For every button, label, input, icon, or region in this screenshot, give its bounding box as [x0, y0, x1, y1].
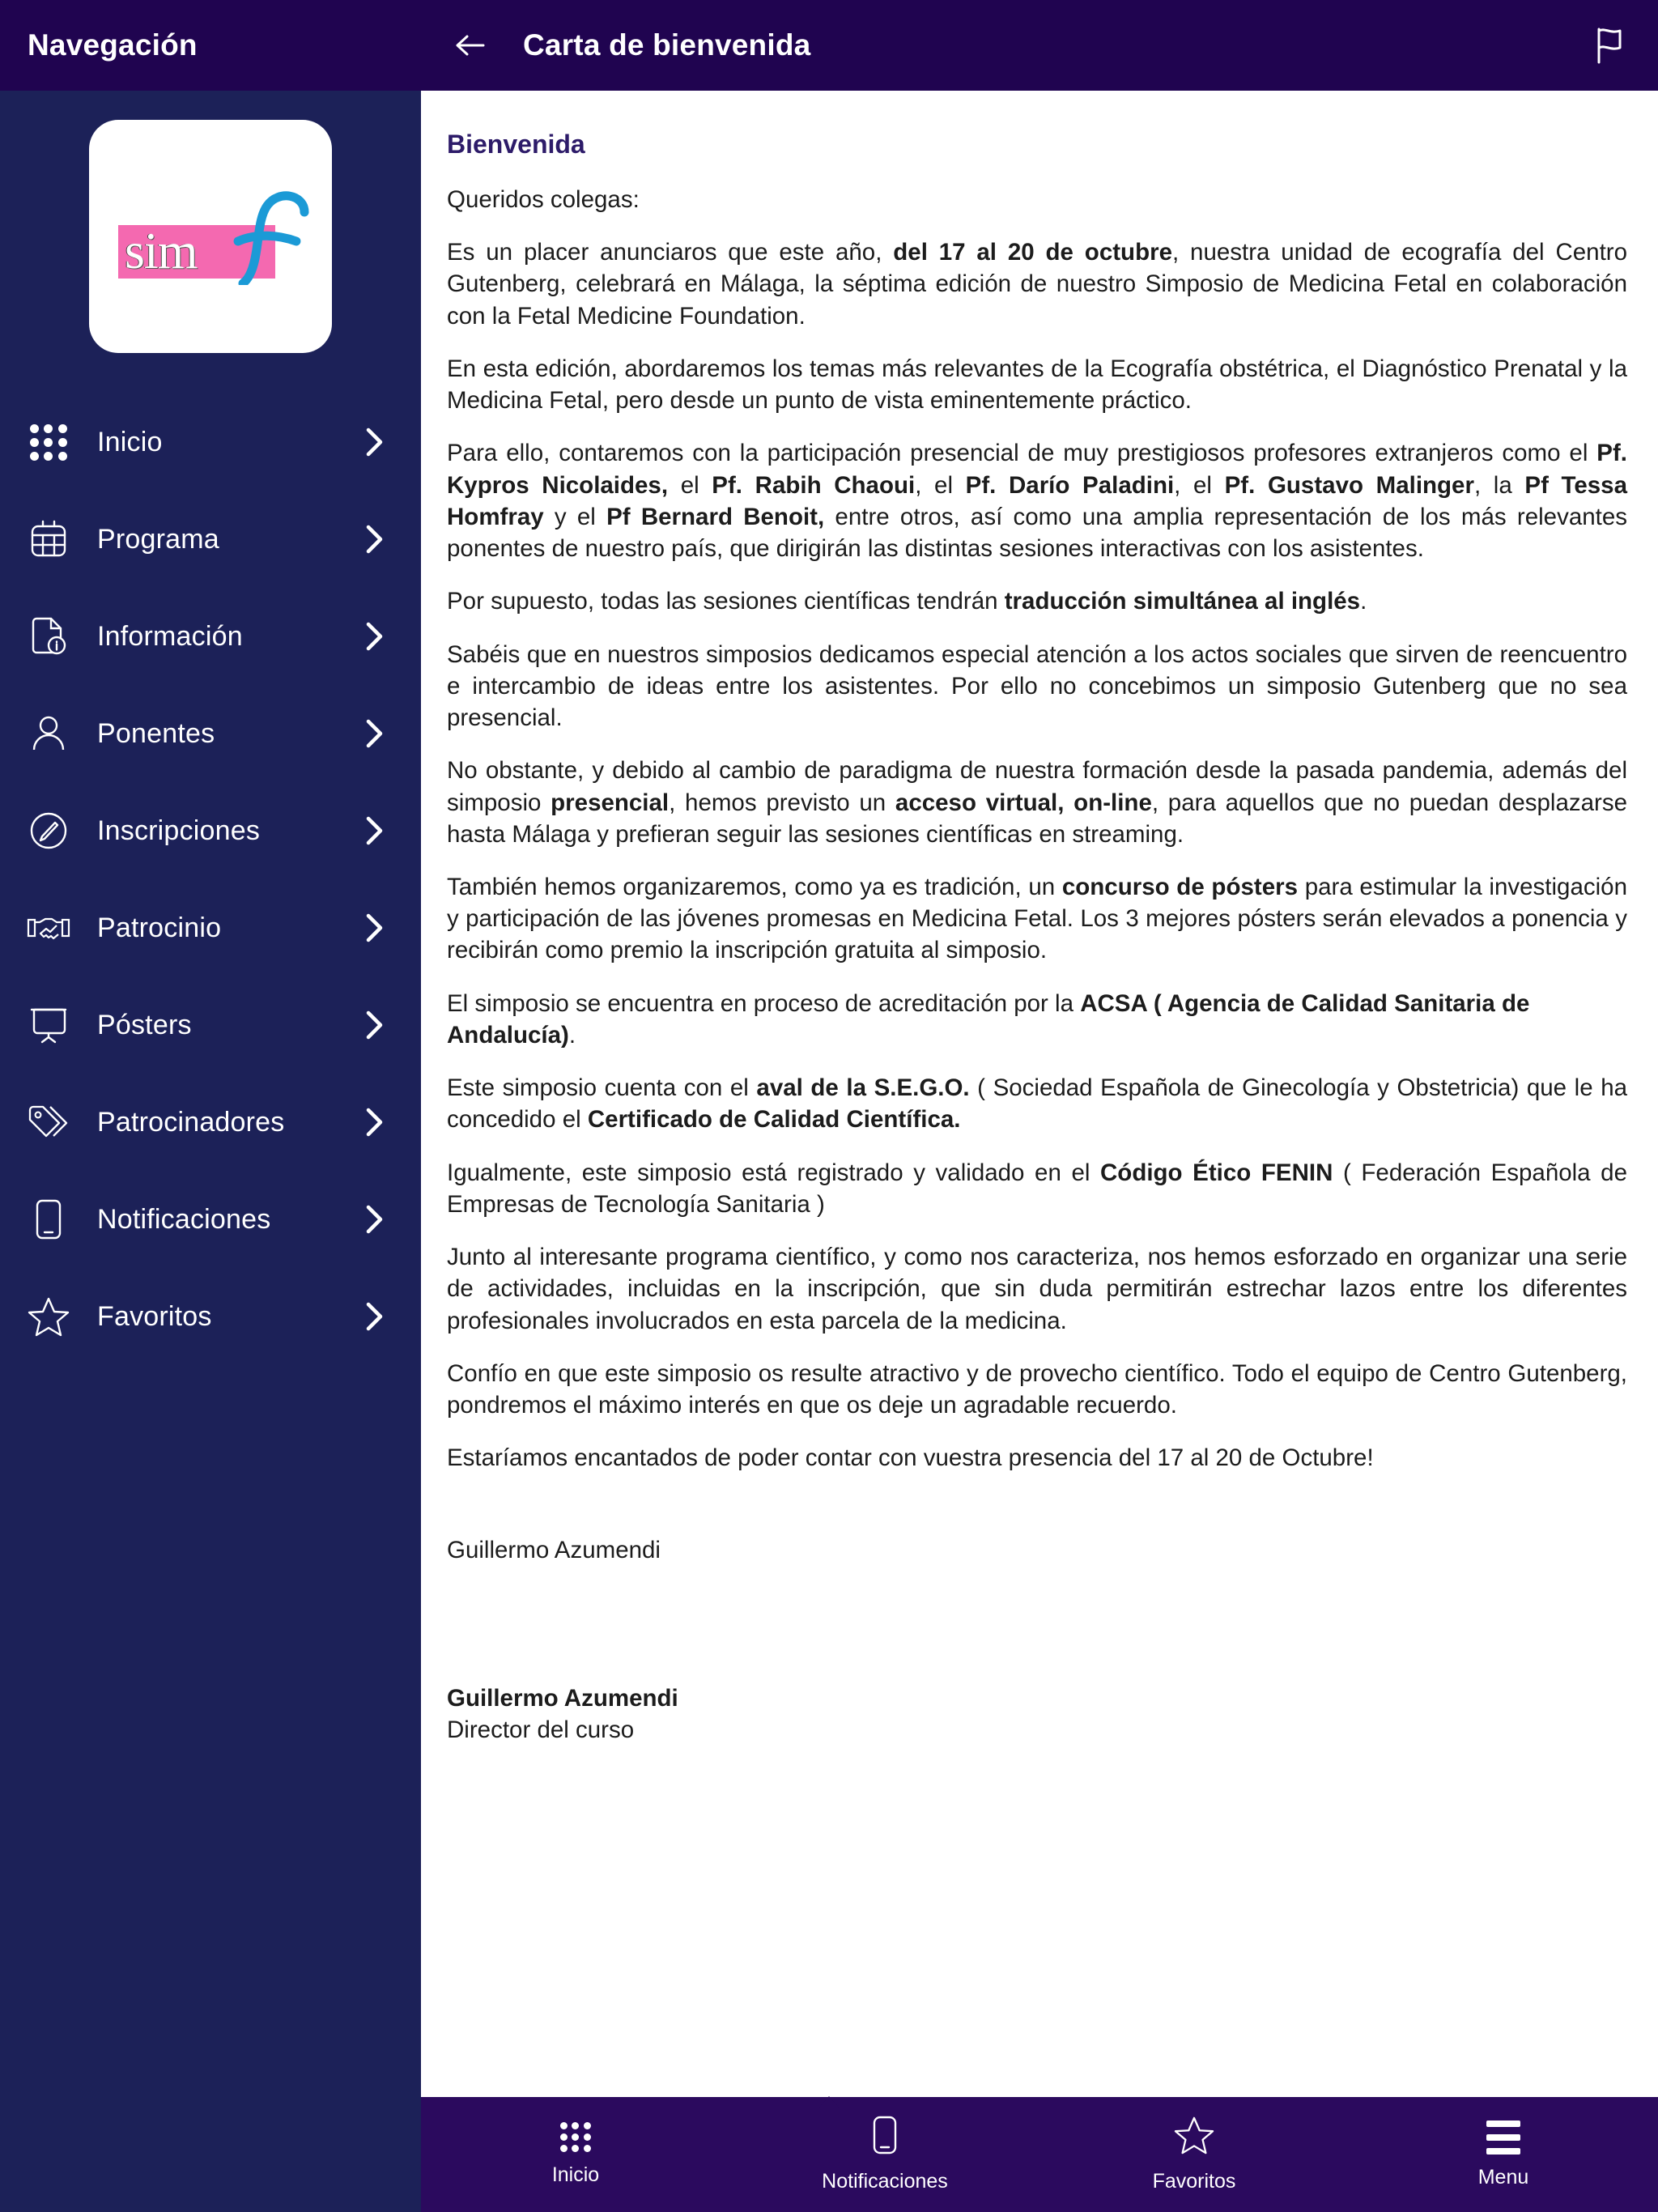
sidebar-item-notificaciones[interactable]: Notificaciones — [0, 1171, 421, 1268]
chevron-right-icon — [363, 622, 387, 651]
star-icon — [1174, 2116, 1214, 2159]
document-paragraphs: Queridos colegas: Es un placer anunciaros… — [447, 184, 1627, 1474]
top-app-bar: Carta de bienvenida — [421, 0, 1658, 91]
document-paragraph: Es un placer anunciaros que este año, de… — [447, 239, 1627, 330]
grid-dots-icon — [23, 423, 74, 461]
document-info-icon — [23, 616, 74, 657]
signature-gap — [447, 1495, 1627, 1534]
flag-icon — [1597, 28, 1622, 64]
bottom-nav-notificaciones[interactable]: Notificaciones — [730, 2097, 1039, 2212]
sidebar-item-ponentes[interactable]: Ponentes — [0, 685, 421, 782]
chevron-right-icon — [363, 1205, 387, 1234]
sidebar-item-inicio[interactable]: Inicio — [0, 393, 421, 491]
handshake-icon — [23, 910, 74, 946]
sidebar-item-label: Inicio — [97, 426, 163, 457]
document-paragraph: Por supuesto, todas las sesiones científ… — [447, 588, 1367, 615]
document-paragraph: Igualmente, este simposio está registrad… — [447, 1159, 1627, 1218]
bottom-nav-label: Notificaciones — [822, 2170, 948, 2193]
app-logo: sim — [89, 120, 332, 353]
sidebar-item-label: Notificaciones — [97, 1203, 271, 1235]
sidebar-item-label: Pósters — [97, 1009, 192, 1040]
logo-container: sim — [0, 91, 421, 353]
bottom-navigation: Inicio Notificaciones Favoritos Menu — [421, 2096, 1658, 2212]
chevron-right-icon — [363, 1302, 387, 1331]
sidebar-header: Navegación — [0, 0, 421, 91]
document-content: Bienvenida Queridos colegas: Es un placer… — [421, 91, 1658, 2212]
chevron-right-icon — [363, 525, 387, 554]
pencil-circle-icon — [23, 810, 74, 851]
person-icon — [23, 713, 74, 754]
sidebar-item-programa[interactable]: Programa — [0, 491, 421, 588]
tags-icon — [23, 1103, 74, 1142]
bottom-nav-favoritos[interactable]: Favoritos — [1039, 2097, 1349, 2212]
sidebar-item-label: Ponentes — [97, 717, 215, 749]
bottom-nav-notch — [818, 2096, 840, 2109]
document-paragraph: No obstante, y debido al cambio de parad… — [447, 757, 1627, 848]
sidebar-item-label: Información — [97, 620, 243, 652]
document-paragraph: El simposio se encuentra en proceso de a… — [447, 989, 1530, 1049]
sidebar-item-label: Programa — [97, 523, 219, 555]
bottom-nav-inicio[interactable]: Inicio — [421, 2097, 730, 2212]
signature-spacer — [447, 1587, 1627, 1682]
bottom-nav-label: Favoritos — [1152, 2170, 1236, 2193]
phone-icon — [872, 2116, 898, 2159]
document-paragraph: Junto al interesante programa científico… — [447, 1244, 1627, 1334]
sidebar-nav: Inicio Programa Información Ponentes Ins… — [0, 393, 421, 1365]
signature-name: Guillermo Azumendi — [447, 1684, 678, 1712]
arrow-left-icon — [456, 35, 485, 56]
chevron-right-icon — [363, 816, 387, 845]
logo-text: sim — [125, 222, 198, 279]
page-title: Carta de bienvenida — [523, 28, 811, 62]
logo-f-swoosh-icon — [233, 191, 309, 285]
hamburger-icon — [1486, 2120, 1520, 2155]
sidebar-title: Navegación — [28, 28, 198, 62]
sidebar-item-informacion[interactable]: Información — [0, 588, 421, 685]
document-paragraph: Para ello, contaremos con la participaci… — [447, 440, 1627, 563]
sidebar-item-posters[interactable]: Pósters — [0, 976, 421, 1074]
presentation-board-icon — [23, 1005, 74, 1045]
sidebar-item-label: Patrocinadores — [97, 1106, 285, 1138]
sidebar-item-label: Inscripciones — [97, 815, 261, 846]
document-paragraph: Confío en que este simposio os resulte a… — [447, 1359, 1627, 1419]
grid-dots-icon — [560, 2122, 591, 2152]
bottom-nav-label: Inicio — [551, 2163, 600, 2186]
sidebar-item-label: Patrocinio — [97, 912, 222, 943]
sidebar-item-label: Favoritos — [97, 1300, 212, 1332]
sidebar-item-patrocinio[interactable]: Patrocinio — [0, 879, 421, 976]
document-paragraph: En esta edición, abordaremos los temas m… — [447, 355, 1627, 415]
sidebar-item-favoritos[interactable]: Favoritos — [0, 1268, 421, 1365]
chevron-right-icon — [363, 1010, 387, 1040]
document-paragraph: Sabéis que en nuestros simposios dedicam… — [447, 640, 1627, 732]
chevron-right-icon — [363, 913, 387, 942]
sidebar-item-inscripciones[interactable]: Inscripciones — [0, 782, 421, 879]
flag-button[interactable] — [1585, 21, 1634, 70]
document-paragraph: Estaríamos encantados de poder contar co… — [447, 1444, 1374, 1472]
chevron-right-icon — [363, 428, 387, 457]
phone-icon — [23, 1198, 74, 1240]
signature-inline: Guillermo Azumendi — [447, 1536, 661, 1563]
chevron-right-icon — [363, 1108, 387, 1137]
calendar-icon — [23, 519, 74, 559]
sidebar-item-patrocinadores[interactable]: Patrocinadores — [0, 1074, 421, 1171]
app-root: Navegación sim Inicio Programa Informaci… — [0, 0, 1658, 2212]
main-panel: Carta de bienvenida Bienvenida Queridos … — [421, 0, 1658, 2212]
document-paragraph: Este simposio cuenta con el aval de la S… — [447, 1074, 1628, 1134]
document-paragraph: Queridos colegas: — [447, 186, 640, 213]
star-icon — [23, 1296, 74, 1337]
sidebar: Navegación sim Inicio Programa Informaci… — [0, 0, 421, 2212]
signature-role: Director del curso — [447, 1716, 635, 1743]
bottom-nav-menu[interactable]: Menu — [1349, 2097, 1658, 2212]
bottom-nav-label: Menu — [1477, 2165, 1529, 2189]
back-button[interactable] — [449, 23, 492, 67]
document-title: Bienvenida — [447, 130, 585, 159]
document-paragraph: También hemos organizaremos, como ya es … — [447, 873, 1627, 964]
chevron-right-icon — [363, 719, 387, 748]
